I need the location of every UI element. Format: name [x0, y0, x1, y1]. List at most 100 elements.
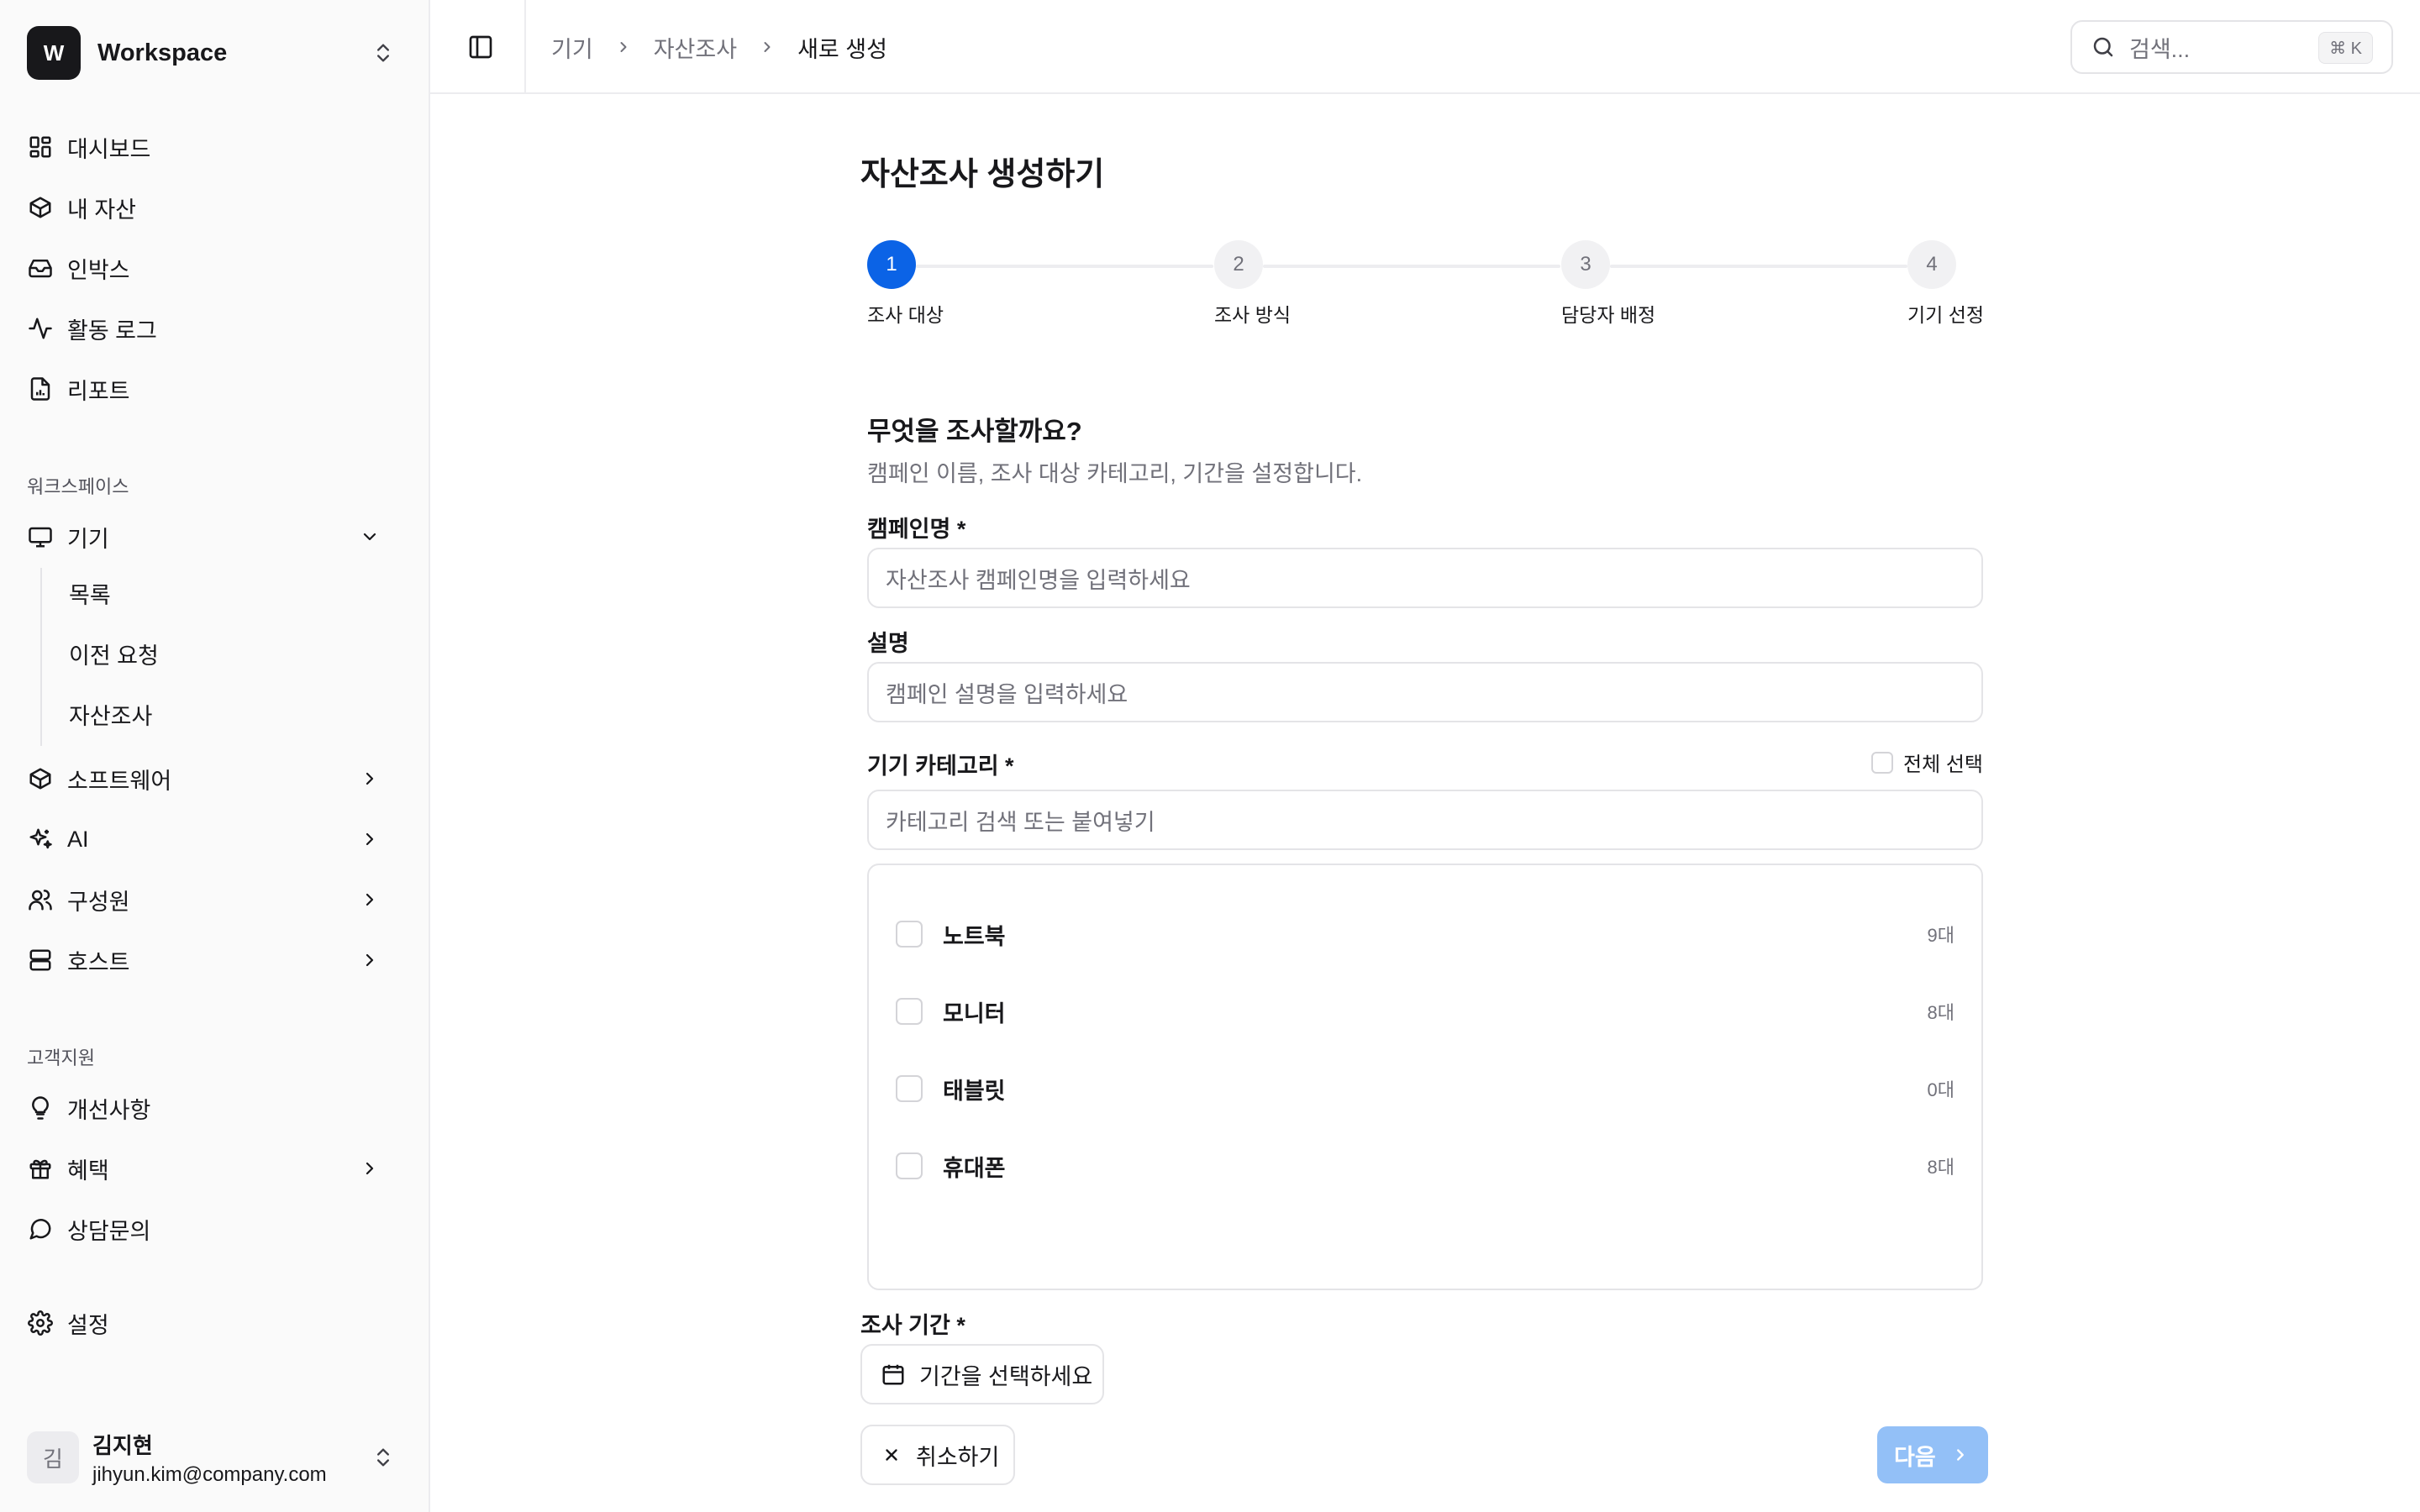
calendar-icon — [881, 1362, 906, 1387]
description-label: 설명 — [867, 631, 909, 656]
category-row-tablet[interactable]: 태블릿 0대 — [896, 1063, 1954, 1114]
sidebar-item-label: 구성원 — [67, 889, 130, 915]
sidebar-item-hosts[interactable]: 호스트 — [27, 934, 403, 986]
box-icon — [27, 194, 54, 221]
cancel-button[interactable]: 취소하기 — [860, 1425, 1015, 1485]
step-number: 3 — [1561, 240, 1610, 289]
step-number: 1 — [867, 240, 916, 289]
header-divider — [524, 0, 526, 94]
sidebar-item-ai[interactable]: AI — [27, 813, 403, 865]
next-button-label: 다음 — [1894, 1444, 1936, 1470]
sidebar-item-devices[interactable]: 기기 — [27, 511, 403, 563]
user-email: jihyun.kim@company.com — [92, 1462, 327, 1486]
description-input[interactable]: 캠페인 설명을 입력하세요 — [867, 662, 1983, 722]
sidebar-subitem-transfer-requests[interactable]: 이전 요청 — [54, 628, 390, 679]
category-count: 9대 — [1927, 925, 1954, 946]
box-icon — [27, 765, 54, 792]
sidebar-item-label: 대시보드 — [67, 136, 151, 162]
sidebar-item-software[interactable]: 소프트웨어 — [27, 753, 403, 805]
survey-period-label: 조사 기간 * — [860, 1313, 965, 1338]
sidebar-item-activity-log[interactable]: 활동 로그 — [27, 302, 403, 354]
sidebar-item-settings[interactable]: 설정 — [27, 1297, 403, 1349]
checkbox[interactable] — [896, 1152, 923, 1179]
chevron-right-icon — [615, 39, 632, 55]
chevron-right-icon — [360, 890, 380, 910]
sparkles-icon — [27, 826, 54, 853]
chevron-right-icon — [1951, 1446, 1970, 1464]
category-count: 8대 — [1927, 1002, 1954, 1023]
step-4: 4 기기 선정 — [1907, 240, 1984, 326]
checkbox[interactable] — [896, 998, 923, 1025]
category-name: 모니터 — [943, 1000, 1006, 1026]
chevrons-up-down-icon — [371, 1444, 395, 1471]
sidebar-toggle-icon — [467, 34, 494, 60]
category-search-input[interactable]: 카테고리 검색 또는 붙여넣기 — [867, 790, 1983, 850]
breadcrumb-current: 새로 생성 — [797, 36, 887, 62]
breadcrumb: 기기 자산조사 새로 생성 — [551, 0, 887, 94]
gear-icon — [27, 1310, 54, 1336]
next-button[interactable]: 다음 — [1877, 1426, 1988, 1483]
period-picker-button[interactable]: 기간을 선택하세요 — [860, 1344, 1104, 1404]
sidebar-item-consultation[interactable]: 상담문의 — [27, 1203, 403, 1255]
sidebar-item-label: 리포트 — [67, 378, 130, 404]
chevron-down-icon — [360, 527, 380, 547]
subnav-guide-line — [40, 568, 42, 746]
sidebar-item-reports[interactable]: 리포트 — [27, 363, 403, 415]
step-label: 조사 대상 — [867, 304, 944, 326]
lightbulb-icon — [27, 1095, 54, 1121]
sidebar-item-label: 기기 — [67, 526, 109, 552]
sidebar-item-dashboard[interactable]: 대시보드 — [27, 121, 403, 173]
report-icon — [27, 375, 54, 402]
sidebar-item-improvements[interactable]: 개선사항 — [27, 1082, 403, 1134]
chevron-right-icon — [360, 829, 380, 849]
activity-icon — [27, 315, 54, 342]
page-title: 자산조사 생성하기 — [860, 157, 1105, 192]
avatar: 김 — [27, 1431, 79, 1483]
app-root: W Workspace 대시보드 내 자산 인박스 활동 로그 리포트 워크스페… — [0, 0, 2420, 1512]
step-1: 1 조사 대상 — [867, 240, 944, 326]
sidebar-item-label: 혜택 — [67, 1158, 109, 1184]
sidebar-subitem-list[interactable]: 목록 — [54, 568, 390, 618]
category-row-laptop[interactable]: 노트북 9대 — [896, 909, 1954, 959]
sidebar-item-label: 내 자산 — [67, 197, 137, 223]
workspace-name: Workspace — [97, 39, 228, 66]
sidebar: W Workspace 대시보드 내 자산 인박스 활동 로그 리포트 워크스페… — [0, 0, 430, 1512]
sidebar-item-benefits[interactable]: 혜택 — [27, 1142, 403, 1194]
checkbox[interactable] — [896, 1075, 923, 1102]
sidebar-item-my-assets[interactable]: 내 자산 — [27, 181, 403, 234]
sidebar-item-members[interactable]: 구성원 — [27, 874, 403, 926]
step-3: 3 담당자 배정 — [1561, 240, 1655, 326]
campaign-name-input[interactable]: 자산조사 캠페인명을 입력하세요 — [867, 548, 1983, 608]
sidebar-item-label: 상담문의 — [67, 1218, 151, 1244]
close-icon — [882, 1446, 901, 1464]
category-row-monitor[interactable]: 모니터 8대 — [896, 986, 1954, 1037]
chevron-right-icon — [360, 950, 380, 970]
sidebar-item-inbox[interactable]: 인박스 — [27, 242, 403, 294]
step-2: 2 조사 방식 — [1214, 240, 1291, 326]
campaign-name-label: 캠페인명 * — [867, 517, 966, 542]
select-all-checkbox[interactable]: 전체 선택 — [1871, 748, 1983, 777]
inbox-icon — [27, 255, 54, 281]
stepper: 1 조사 대상 2 조사 방식 3 담당자 배정 4 기기 선정 — [867, 240, 1984, 341]
sidebar-item-label: 개선사항 — [67, 1097, 151, 1123]
sidebar-item-label: 설정 — [67, 1312, 109, 1338]
workspace-switcher[interactable]: W Workspace — [27, 24, 403, 82]
step-label: 담당자 배정 — [1561, 304, 1656, 326]
description-placeholder: 캠페인 설명을 입력하세요 — [886, 681, 1128, 707]
user-menu[interactable]: 김 김지현 jihyun.kim@company.com — [27, 1421, 403, 1494]
monitor-icon — [27, 523, 54, 550]
sidebar-toggle-button[interactable] — [464, 30, 497, 64]
sidebar-subitem-asset-survey[interactable]: 자산조사 — [54, 689, 390, 739]
category-name: 태블릿 — [943, 1078, 1006, 1104]
search-input[interactable]: 검색... ⌘ K — [2070, 20, 2393, 74]
search-placeholder: 검색... — [2129, 36, 2191, 62]
category-row-phone[interactable]: 휴대폰 8대 — [896, 1141, 1954, 1191]
breadcrumb-devices[interactable]: 기기 — [551, 31, 593, 64]
search-shortcut-badge: ⌘ K — [2318, 32, 2373, 64]
breadcrumb-asset-survey[interactable]: 자산조사 — [654, 31, 737, 64]
step-label: 조사 방식 — [1214, 304, 1292, 326]
top-header: 기기 자산조사 새로 생성 검색... ⌘ K — [430, 0, 2420, 94]
checkbox[interactable] — [896, 921, 923, 948]
user-info: 김지현 jihyun.kim@company.com — [92, 1429, 327, 1487]
step-number: 2 — [1214, 240, 1263, 289]
